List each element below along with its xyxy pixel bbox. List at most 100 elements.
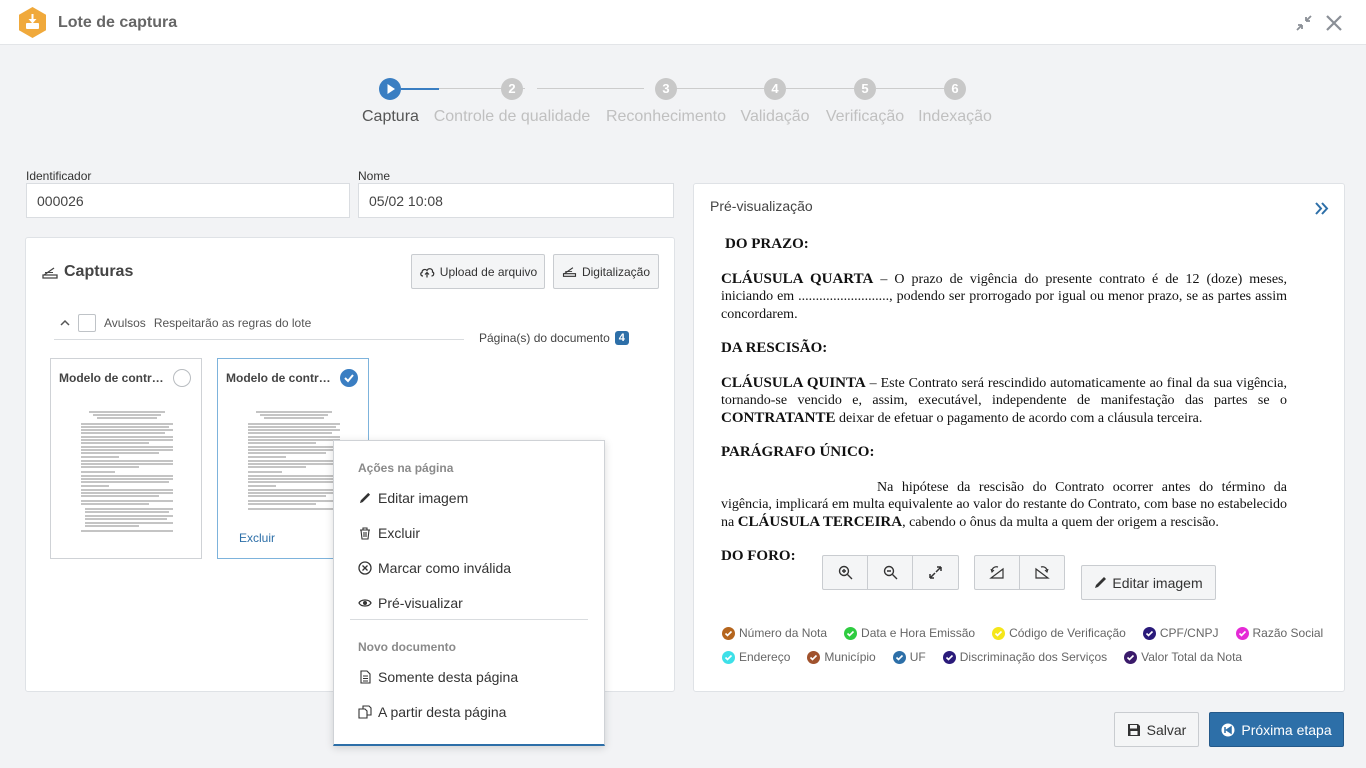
check-circle-icon bbox=[1124, 650, 1138, 664]
fit-screen-button[interactable] bbox=[913, 556, 958, 589]
step-label: Reconhecimento bbox=[605, 108, 727, 125]
menu-header-page-actions: Ações na página bbox=[358, 461, 454, 475]
step-controle-de-qualidade[interactable]: 2 Controle de qualidade bbox=[432, 78, 592, 126]
scanner-icon bbox=[562, 266, 577, 277]
pages-count-label: Página(s) do documento 4 bbox=[479, 331, 629, 345]
preview-panel: Pré-visualização DO PRAZO: CLÁUSULA QUAR… bbox=[693, 183, 1345, 692]
legend-item[interactable]: Número da Nota bbox=[722, 626, 827, 640]
chevron-up-icon[interactable] bbox=[60, 319, 70, 327]
zoom-in-button[interactable] bbox=[823, 556, 868, 589]
legend-item[interactable]: Endereço bbox=[722, 650, 790, 664]
menu-item-edit-image[interactable]: Editar imagem bbox=[358, 490, 468, 506]
step-indexacao[interactable]: 6 Indexação bbox=[917, 78, 993, 126]
rotate-toolbar bbox=[974, 555, 1065, 590]
zoom-out-button[interactable] bbox=[868, 556, 913, 589]
save-label: Salvar bbox=[1146, 721, 1187, 738]
legend-item[interactable]: Município bbox=[807, 650, 876, 664]
pages-label-text: Página(s) do documento bbox=[479, 331, 610, 345]
delete-page-link[interactable]: Excluir bbox=[239, 531, 275, 545]
edit-image-button[interactable]: Editar imagem bbox=[1081, 565, 1216, 600]
next-step-label: Próxima etapa bbox=[1241, 721, 1332, 738]
legend-item[interactable]: UF bbox=[892, 650, 926, 664]
legend-item[interactable]: Discriminação dos Serviços bbox=[942, 650, 1107, 664]
zoom-in-icon bbox=[838, 565, 852, 580]
preview-title: Pré-visualização bbox=[710, 198, 813, 214]
check-circle-icon bbox=[807, 650, 821, 664]
menu-item-preview[interactable]: Pré-visualizar bbox=[358, 595, 463, 611]
identificador-field[interactable]: 000026 bbox=[26, 183, 350, 218]
doc-bold: CLÁUSULA QUARTA bbox=[721, 270, 874, 287]
menu-header-new-document: Novo documento bbox=[358, 640, 456, 654]
menu-item-label: Editar imagem bbox=[378, 490, 469, 506]
legend-label: UF bbox=[909, 650, 926, 664]
menu-item-label: Somente desta página bbox=[378, 669, 519, 685]
nome-field[interactable]: 05/02 10:08 bbox=[358, 183, 674, 218]
rotate-left-icon bbox=[988, 566, 1004, 579]
pencil-icon bbox=[1095, 577, 1107, 588]
trash-icon bbox=[358, 526, 372, 540]
minimize-icon[interactable] bbox=[1295, 14, 1313, 32]
legend-item[interactable]: CPF/CNPJ bbox=[1142, 626, 1219, 640]
step-validacao[interactable]: 4 Validação bbox=[738, 78, 812, 126]
avulsos-checkbox[interactable] bbox=[78, 313, 96, 332]
doc-bold: CONTRATANTE bbox=[721, 409, 836, 426]
files-copy-icon bbox=[358, 705, 372, 719]
rotate-left-button[interactable] bbox=[975, 556, 1020, 589]
app-logo-icon bbox=[19, 7, 46, 38]
upload-file-button[interactable]: Upload de arquivo bbox=[411, 254, 545, 289]
save-button[interactable]: Salvar bbox=[1114, 712, 1199, 747]
nome-label: Nome bbox=[358, 169, 391, 183]
menu-item-label: Excluir bbox=[378, 525, 421, 541]
avulsos-note: Respeitarão as regras do lote bbox=[153, 315, 312, 330]
menu-item-from-this-page[interactable]: A partir desta página bbox=[358, 704, 506, 720]
doc-heading: DA RESCISÃO: bbox=[721, 340, 828, 356]
identificador-label: Identificador bbox=[26, 169, 92, 183]
save-icon bbox=[1127, 723, 1140, 736]
legend-item[interactable]: Valor Total da Nota bbox=[1124, 650, 1242, 664]
legend-item[interactable]: Código de Verificação bbox=[992, 626, 1126, 640]
page-card-title: Modelo de contrato bbox=[59, 371, 169, 385]
menu-item-delete[interactable]: Excluir bbox=[358, 525, 420, 541]
check-circle-icon bbox=[992, 626, 1006, 640]
step-number: 3 bbox=[655, 78, 677, 100]
legend-item[interactable]: Data e Hora Emissão bbox=[844, 626, 975, 640]
page-select-radio[interactable] bbox=[173, 369, 191, 387]
doc-paragraph: CLÁUSULA QUARTA – O prazo de vigência do… bbox=[721, 271, 1287, 324]
scan-button[interactable]: Digitalização bbox=[553, 254, 659, 289]
zoom-toolbar bbox=[822, 555, 959, 590]
menu-item-only-this-page[interactable]: Somente desta página bbox=[358, 669, 518, 685]
legend-item[interactable]: Razão Social bbox=[1235, 626, 1324, 640]
step-reconhecimento[interactable]: 3 Reconhecimento bbox=[605, 78, 727, 126]
menu-separator bbox=[350, 619, 588, 620]
check-circle-icon bbox=[844, 626, 858, 640]
avulsos-group-header: Avulsos Respeitarão as regras do lote bbox=[54, 306, 464, 340]
legend-label: Razão Social bbox=[1252, 626, 1324, 640]
doc-paragraph: CLÁUSULA QUINTA – Este Contrato será res… bbox=[721, 375, 1287, 428]
cloud-upload-icon bbox=[419, 268, 435, 278]
page-card[interactable]: Modelo de contrato bbox=[50, 358, 202, 559]
check-icon[interactable] bbox=[340, 369, 358, 387]
menu-item-label: A partir desta página bbox=[378, 704, 507, 720]
legend-label: Valor Total da Nota bbox=[1141, 650, 1243, 664]
close-icon[interactable] bbox=[1325, 14, 1343, 32]
document-preview: DO PRAZO: CLÁUSULA QUARTA – O prazo de v… bbox=[721, 224, 1287, 566]
check-circle-icon bbox=[1142, 626, 1156, 640]
legend-label: Data e Hora Emissão bbox=[861, 626, 976, 640]
window-title: Lote de captura bbox=[58, 14, 178, 31]
stepper: Captura 2 Controle de qualidade 3 Reconh… bbox=[360, 78, 1000, 128]
doc-bold: CLÁUSULA QUINTA bbox=[721, 374, 866, 391]
step-number: 2 bbox=[501, 78, 523, 100]
file-icon bbox=[358, 670, 372, 684]
menu-item-label: Marcar como inválida bbox=[378, 560, 512, 576]
upload-file-label: Upload de arquivo bbox=[439, 264, 538, 279]
page-thumbnail bbox=[248, 411, 340, 510]
step-verificacao[interactable]: 5 Verificação bbox=[823, 78, 907, 126]
rotate-right-button[interactable] bbox=[1020, 556, 1065, 589]
step-label: Controle de qualidade bbox=[433, 108, 591, 125]
legend-label: Endereço bbox=[739, 650, 791, 664]
step-captura[interactable]: Captura bbox=[362, 78, 419, 126]
menu-item-label: Pré-visualizar bbox=[378, 595, 463, 611]
next-step-button[interactable]: Próxima etapa bbox=[1209, 712, 1344, 747]
menu-item-mark-invalid[interactable]: Marcar como inválida bbox=[358, 560, 511, 576]
double-chevron-right-icon[interactable] bbox=[1314, 201, 1330, 216]
